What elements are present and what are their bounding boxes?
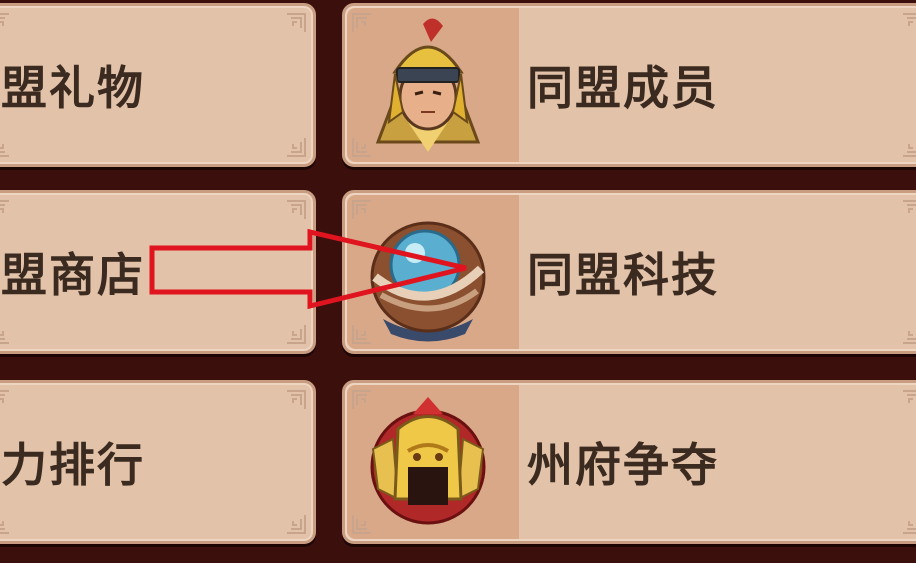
corner-ornament-icon (901, 323, 916, 345)
corner-ornament-icon (0, 136, 11, 158)
corner-ornament-icon (285, 199, 307, 221)
corner-ornament-icon (901, 199, 916, 221)
menu-label: 同盟科技 (527, 248, 719, 302)
general-helmet-icon (375, 18, 481, 152)
corner-ornament-icon (0, 389, 11, 411)
corner-ornament-icon (285, 136, 307, 158)
corner-ornament-icon (285, 12, 307, 34)
corner-ornament-icon (285, 389, 307, 411)
corner-ornament-icon (901, 389, 916, 411)
corner-ornament-icon (285, 513, 307, 535)
menu-label: 盟商店 (1, 248, 145, 302)
corner-ornament-icon (351, 323, 373, 345)
corner-ornament-icon (901, 12, 916, 34)
menu-label: 同盟成员 (527, 61, 719, 115)
menu-label: 力排行 (1, 438, 145, 492)
menu-button-alliance-shop[interactable]: 盟商店 (0, 190, 316, 354)
corner-ornament-icon (0, 513, 11, 535)
corner-ornament-icon (0, 199, 11, 221)
blue-orb-icon (370, 221, 486, 342)
menu-label: 盟礼物 (1, 61, 145, 115)
corner-ornament-icon (351, 136, 373, 158)
corner-ornament-icon (901, 513, 916, 535)
corner-ornament-icon (351, 513, 373, 535)
corner-ornament-icon (901, 136, 916, 158)
corner-ornament-icon (351, 389, 373, 411)
menu-button-power-ranking[interactable]: 力排行 (0, 380, 316, 544)
menu-label: 州府争夺 (527, 438, 719, 492)
menu-button-alliance-tech[interactable]: 同盟科技 (342, 190, 916, 354)
corner-ornament-icon (351, 199, 373, 221)
corner-ornament-icon (0, 12, 11, 34)
menu-button-alliance-members[interactable]: 同盟成员 (342, 3, 916, 167)
menu-button-prefecture-contest[interactable]: 州府争夺 (342, 380, 916, 544)
corner-ornament-icon (0, 323, 11, 345)
golden-lion-helmet-icon (370, 397, 486, 525)
menu-button-alliance-gifts[interactable]: 盟礼物 (0, 3, 316, 167)
corner-ornament-icon (351, 12, 373, 34)
corner-ornament-icon (285, 323, 307, 345)
